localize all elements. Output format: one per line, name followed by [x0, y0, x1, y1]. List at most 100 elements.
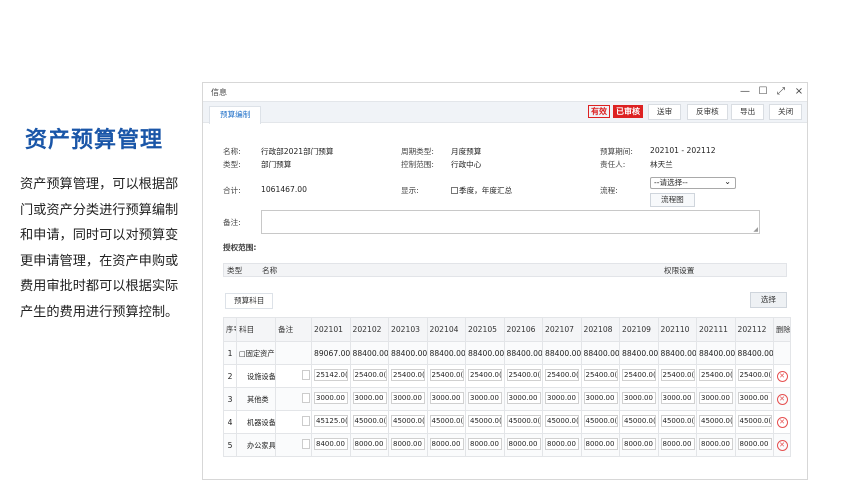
value-input[interactable]: 8000.00 — [622, 438, 656, 450]
value-input[interactable]: 3000.00 — [660, 392, 695, 404]
value-input[interactable]: 45125.0( — [314, 415, 348, 427]
unapprove-button[interactable]: 反审核 — [687, 104, 728, 120]
value-input[interactable]: 25400.0( — [545, 369, 579, 381]
row-remark — [275, 387, 312, 411]
value-input[interactable]: 3000.00 — [583, 392, 618, 404]
value-input[interactable]: 8000.00 — [583, 438, 618, 450]
value-input[interactable]: 8000.00 — [429, 438, 464, 450]
value-input[interactable]: 8000.00 — [660, 438, 695, 450]
row-item-name[interactable]: □固定资产 — [236, 341, 276, 365]
delete-icon[interactable]: ✕ — [776, 416, 788, 428]
period-type-label: 周期类型: — [401, 147, 434, 156]
value-input[interactable]: 45000.0( — [622, 415, 656, 427]
value-input[interactable]: 3000.00 — [545, 392, 579, 404]
value-input[interactable]: 3000.00 — [391, 392, 425, 404]
row-value: 88400.00 — [388, 341, 428, 365]
delete-icon[interactable]: ✕ — [776, 370, 788, 382]
value-input[interactable]: 8000.00 — [699, 438, 733, 450]
value-input[interactable]: 25400.0( — [506, 369, 541, 381]
value-input[interactable]: 3000.00 — [352, 392, 387, 404]
table-row: 1 □固定资产 89067.00 88400.00 88400.00 88400… — [223, 341, 791, 365]
value-input[interactable]: 25142.0( — [314, 369, 348, 381]
value-input[interactable]: 45000.0( — [391, 415, 425, 427]
select-button[interactable]: 选择 — [749, 292, 787, 308]
value-input[interactable]: 45000.0( — [545, 415, 579, 427]
value-input[interactable]: 8000.00 — [468, 438, 502, 450]
header-month: 202109 — [619, 317, 659, 342]
remark-textarea[interactable]: ◢ — [261, 210, 760, 234]
value-input[interactable]: 3000.00 — [314, 392, 348, 404]
value-input[interactable]: 45000.0( — [583, 415, 618, 427]
remark-input[interactable] — [302, 416, 310, 426]
resize-handle-icon[interactable]: ◢ — [753, 226, 758, 233]
row-seq: 3 — [223, 387, 237, 411]
value-input[interactable]: 3000.00 — [429, 392, 464, 404]
display-option[interactable]: 季度，年度汇总 — [451, 185, 512, 196]
value-input[interactable]: 8000.00 — [737, 438, 772, 450]
row-seq: 2 — [223, 364, 237, 388]
slide-title: 资产预算管理 — [25, 128, 164, 153]
value-input[interactable]: 45000.0( — [468, 415, 502, 427]
row-value: 8000.00 — [657, 433, 697, 457]
value-input[interactable]: 8000.00 — [506, 438, 541, 450]
row-value: 88400.00 — [465, 341, 505, 365]
delete-icon[interactable]: ✕ — [776, 393, 788, 405]
value-input[interactable]: 25400.0( — [583, 369, 618, 381]
value-input[interactable]: 45000.0( — [506, 415, 541, 427]
value-input[interactable]: 45000.0( — [699, 415, 733, 427]
submit-button[interactable]: 送审 — [648, 104, 682, 120]
row-value: 8000.00 — [542, 433, 582, 457]
value-input[interactable]: 25400.0( — [429, 369, 464, 381]
export-button[interactable]: 导出 — [731, 104, 765, 120]
budget-period-value: 202101 - 202112 — [650, 146, 716, 155]
value-input[interactable]: 8000.00 — [545, 438, 579, 450]
remark-label: 备注: — [223, 218, 241, 227]
value-input[interactable]: 45000.0( — [352, 415, 387, 427]
row-remark — [275, 410, 312, 434]
value-input[interactable]: 8400.00 — [314, 438, 348, 450]
control-scope-value: 行政中心 — [451, 160, 482, 169]
scope-table-header: 类型 名称 权限设置 — [223, 263, 787, 277]
chevron-down-icon: ⌄ — [724, 177, 731, 186]
value-input[interactable]: 3000.00 — [468, 392, 502, 404]
value-input[interactable]: 25400.0( — [468, 369, 502, 381]
value-input[interactable]: 25400.0( — [391, 369, 425, 381]
window-titlebar: 信息 — ☐ ⤢ × — [203, 83, 807, 101]
header-month: 202111 — [696, 317, 736, 342]
value-input[interactable]: 45000.0( — [737, 415, 772, 427]
flow-label: 流程: — [600, 186, 618, 195]
value-input[interactable]: 45000.0( — [429, 415, 464, 427]
value-input[interactable]: 3000.00 — [506, 392, 541, 404]
value-input[interactable]: 3000.00 — [699, 392, 733, 404]
flow-chart-button[interactable]: 流程图 — [650, 193, 695, 207]
row-seq: 4 — [223, 410, 237, 434]
flow-select[interactable]: --请选择-- ⌄ — [650, 177, 736, 189]
remark-input[interactable] — [302, 393, 310, 403]
value-input[interactable]: 3000.00 — [737, 392, 772, 404]
value-input[interactable]: 25400.0( — [352, 369, 387, 381]
value-input[interactable]: 25400.0( — [622, 369, 656, 381]
value-input[interactable]: 8000.00 — [352, 438, 387, 450]
row-value: 8000.00 — [426, 433, 466, 457]
header-delete: 删除 — [773, 317, 791, 342]
value-input[interactable]: 45000.0( — [660, 415, 695, 427]
close-icon[interactable]: × — [793, 85, 805, 99]
value-input[interactable]: 8000.00 — [391, 438, 425, 450]
value-input[interactable]: 25400.0( — [737, 369, 772, 381]
display-checkbox[interactable] — [451, 187, 458, 194]
row-value: 25400.0( — [696, 364, 736, 388]
maximize-icon[interactable]: ⤢ — [775, 85, 787, 99]
remark-input[interactable] — [302, 439, 310, 449]
tab-budget-edit[interactable]: 预算编制 — [209, 106, 262, 124]
value-input[interactable]: 25400.0( — [699, 369, 733, 381]
row-item-name: 办公家具 — [236, 433, 276, 457]
row-remark — [275, 364, 312, 388]
restore-icon[interactable]: ☐ — [757, 85, 769, 99]
delete-icon[interactable]: ✕ — [776, 439, 788, 451]
value-input[interactable]: 25400.0( — [660, 369, 695, 381]
remark-input[interactable] — [302, 370, 310, 380]
minimize-icon[interactable]: — — [739, 85, 751, 99]
tab-budget-items[interactable]: 预算科目 — [225, 293, 274, 309]
close-button[interactable]: 关闭 — [769, 104, 803, 120]
value-input[interactable]: 3000.00 — [622, 392, 656, 404]
